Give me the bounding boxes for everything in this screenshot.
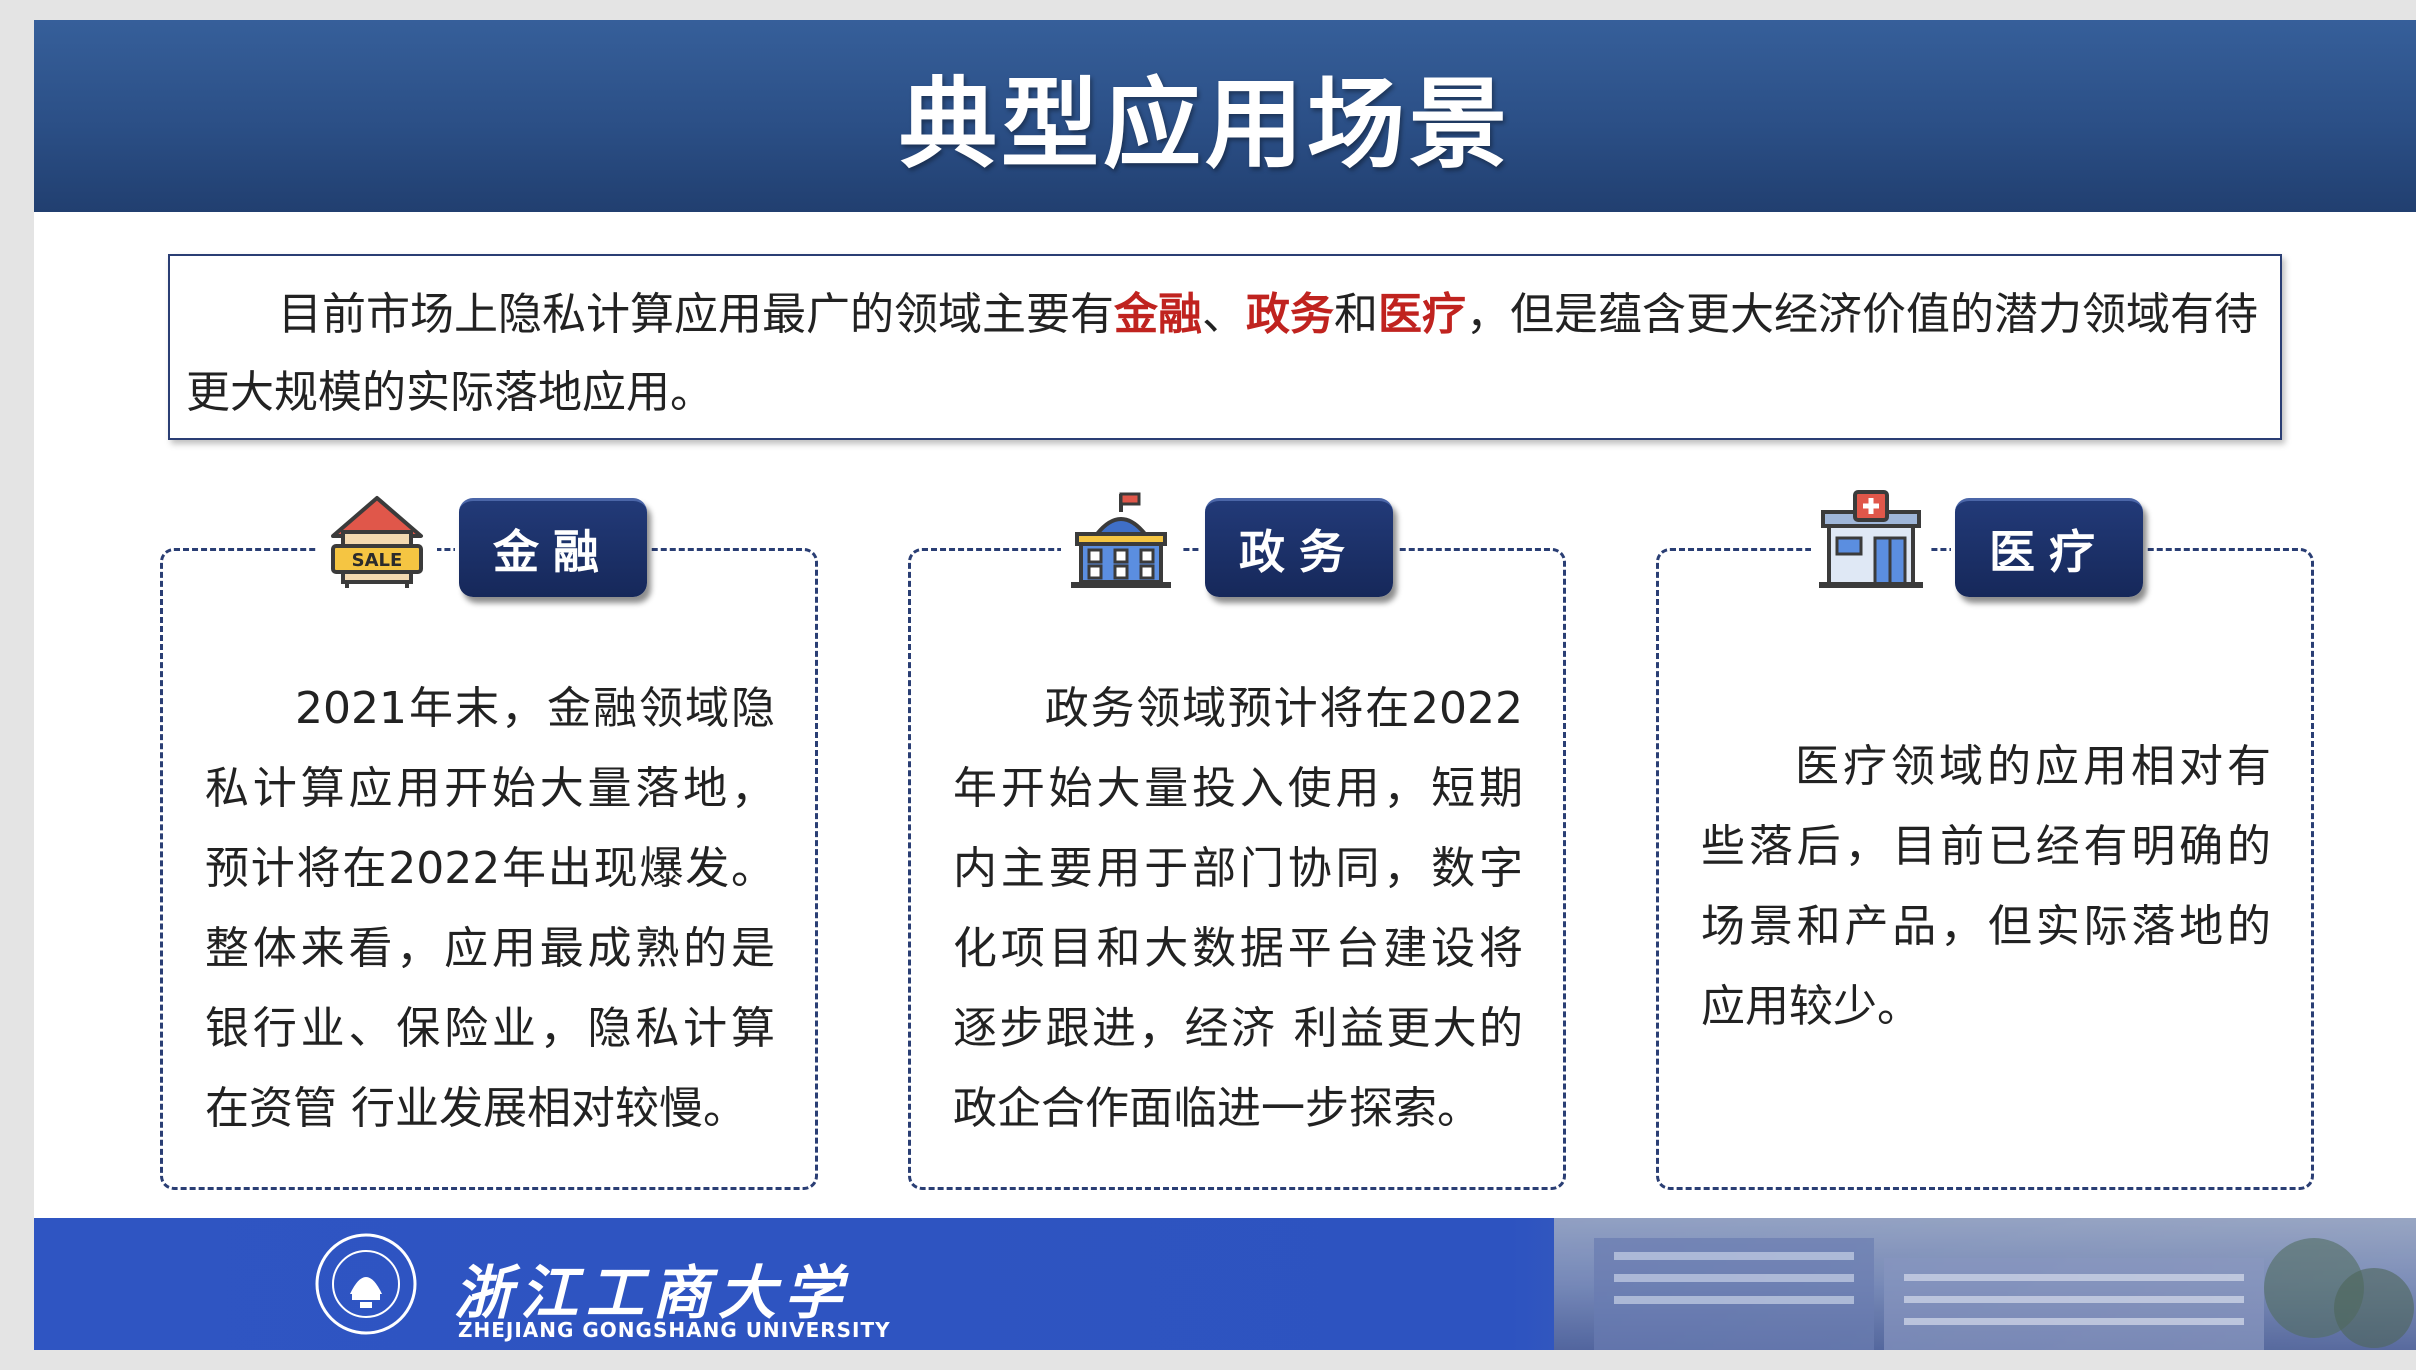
medical-badge-label: 医疗 [1955,497,2143,597]
finance-description: 2021年末，金融领域隐私计算应用开始大量落地，预计将在2022年出现爆发。整体… [205,683,775,1134]
university-name-en: ZHEJIANG GONGSHANG UNIVERSITY [458,1318,891,1342]
medical-badge: 医疗 [1951,495,2147,599]
government-description: 政务领域预计将在2022年开始大量投入使用，短期内主要用于部门协同，数字化项目和… [953,683,1523,1134]
svg-text:SALE: SALE [352,550,403,571]
intro-highlight-finance: 金融 [1114,289,1202,340]
campus-photo [1554,1218,2416,1350]
intro-box: 目前市场上隐私计算应用最广的领域主要有金融、政务和医疗，但是蕴含更大经济价值的潜… [168,254,2282,440]
intro-sep-2: 和 [1334,289,1378,340]
finance-badge-label: 金融 [459,497,647,597]
government-badge-label: 政务 [1205,497,1393,597]
government-building-icon [1061,485,1181,595]
medical-description: 医疗领域的应用相对有些落后，目前已经有明确的场景和产品，但实际落地的应用较少。 [1701,741,2271,1032]
page-title: 典型应用场景 [898,68,1511,182]
university-seal-icon [314,1232,418,1336]
hospital-icon [1811,485,1931,595]
government-card: 政务 政务领域预计将在2022年开始大量投入使用，短期内主要用于部门协同，数字化… [908,485,1566,1190]
government-card-text: 政务领域预计将在2022年开始大量投入使用，短期内主要用于部门协同，数字化项目和… [953,669,1523,1149]
intro-sep-1: 、 [1202,289,1246,340]
finance-card-text: 2021年末，金融领域隐私计算应用开始大量落地，预计将在2022年出现爆发。整体… [205,669,775,1149]
finance-badge: 金融 [455,495,651,599]
government-badge: 政务 [1201,495,1397,599]
house-sale-icon: SALE [317,485,437,595]
medical-card-text: 医疗领域的应用相对有些落后，目前已经有明确的场景和产品，但实际落地的应用较少。 [1701,727,2271,1047]
medical-card: 医疗 医疗领域的应用相对有些落后，目前已经有明确的场景和产品，但实际落地的应用较… [1656,485,2314,1190]
intro-text-1: 目前市场上隐私计算应用最广的领域主要有 [278,289,1114,340]
intro-highlight-government: 政务 [1246,289,1334,340]
intro-highlight-medical: 医疗 [1378,289,1466,340]
title-bar: 典型应用场景 [34,20,2416,212]
footer-banner: 浙江工商大学 ZHEJIANG GONGSHANG UNIVERSITY [34,1218,2416,1350]
slide: 典型应用场景 目前市场上隐私计算应用最广的领域主要有金融、政务和医疗，但是蕴含更… [34,20,2416,1350]
finance-card: SALE 金融 2021年末，金融领域隐私计算应用开始大量落地，预计将在2022… [160,485,818,1190]
